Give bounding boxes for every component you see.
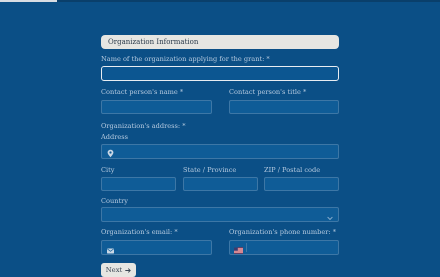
envelope-icon [107, 238, 114, 257]
state-label: State / Province [183, 166, 236, 174]
phone-divider [246, 243, 247, 252]
address-group-label: Organization's address: * [101, 122, 186, 130]
progress-fill [0, 0, 57, 2]
us-flag-icon[interactable] [234, 238, 243, 257]
arrow-right-icon [125, 268, 131, 273]
contact-title-label: Contact person's title * [229, 88, 306, 96]
phone-input[interactable] [229, 240, 339, 255]
country-label: Country [101, 197, 128, 205]
progress-track [0, 0, 440, 2]
state-input[interactable] [183, 177, 258, 191]
phone-label: Organization's phone number: * [229, 228, 336, 236]
next-button-label: Next [106, 266, 123, 274]
org-name-input[interactable] [101, 66, 339, 81]
zip-label: ZIP / Postal code [264, 166, 320, 174]
contact-name-label: Contact person's name * [101, 88, 183, 96]
contact-title-input[interactable] [229, 100, 339, 114]
email-label: Organization's email: * [101, 228, 178, 236]
contact-name-input[interactable] [101, 100, 212, 114]
zip-input[interactable] [264, 177, 339, 191]
address-input[interactable] [101, 144, 339, 159]
section-header: Organization Information [101, 35, 339, 49]
org-name-label: Name of the organization applying for th… [101, 55, 270, 63]
map-pin-icon [107, 142, 114, 161]
city-label: City [101, 166, 115, 174]
address-label: Address [101, 133, 128, 141]
city-input[interactable] [101, 177, 176, 191]
country-select[interactable] [101, 207, 339, 222]
chevron-down-icon [327, 205, 333, 224]
email-input[interactable] [101, 240, 212, 255]
